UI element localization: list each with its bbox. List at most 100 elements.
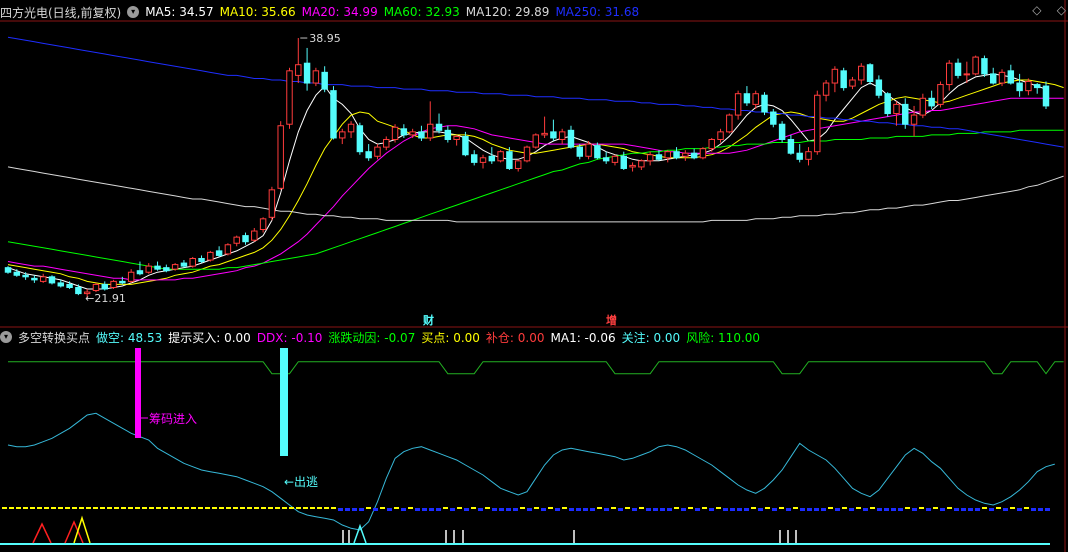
band-dot [793,507,798,509]
band-dot [555,508,560,511]
candle-body [928,97,935,107]
candle-body [523,146,531,162]
candle-body [119,280,126,284]
band-dot [275,507,280,509]
band-dot [583,508,588,511]
band-dot [429,508,434,511]
band-dot [513,508,518,511]
band-dot [324,507,329,509]
diamond-icon[interactable]: ◇ [1032,3,1041,17]
band-dot [121,507,126,509]
candle-body [101,283,108,290]
sell-signal-bar [280,348,288,456]
band-dot [744,508,749,511]
band-dot [1024,507,1029,509]
indicator-title: 多空转换买点 [18,330,91,345]
candle-body [462,135,469,156]
band-dot [506,508,511,511]
band-dot [317,507,322,509]
band-dot [184,507,189,509]
settings-dropdown-icon[interactable]: ▾ [127,6,140,18]
band-dot [422,508,427,511]
band-dot [562,507,567,509]
band-dot [387,508,392,511]
ma-legend-item-5: MA250: 31.68 [555,5,640,19]
band-dot [436,508,441,511]
band-dot [814,508,819,511]
risk-line [8,361,1064,375]
band-dot [618,508,623,511]
band-dot [604,508,609,511]
candle-body [946,62,953,86]
band-dot [30,507,35,509]
band-dot [961,508,966,511]
band-dot [548,507,553,509]
band-dot [37,507,42,509]
band-dot [1003,508,1008,511]
candle-body [339,131,346,139]
candle-body [1042,85,1050,107]
band-dot [982,507,987,509]
candle-body [365,151,372,159]
band-dot [366,507,371,509]
candle-body [171,264,179,270]
candle-body [233,236,240,244]
candle-body [972,56,979,75]
candle-body [743,93,751,104]
band-dot [240,507,245,509]
band-dot [786,508,791,511]
candle-body [215,250,223,256]
candle-body [383,138,390,148]
band-dot [597,507,602,509]
band-dot [660,508,665,511]
candle-body [444,129,452,140]
candle-body [981,58,988,75]
add-tag[interactable]: 增 [606,312,617,328]
band-dot [261,507,266,509]
band-dot [289,507,294,509]
band-dot [737,508,742,511]
ma-legend-item-2: MA20: 34.99 [301,5,378,19]
candle-body [1016,82,1023,92]
band-dot [233,507,238,509]
price-chart-header: 四方光电(日线,前复权) ▾ MA5: 34.57 MA10: 35.66 MA20… [0,3,651,21]
chart-title: 四方光电(日线,前复权) [0,5,122,20]
indicator-dropdown-icon[interactable]: ▾ [0,331,12,343]
band-dot [58,507,63,509]
band-dot [86,507,91,509]
candle-body [154,265,161,270]
band-dot [394,507,399,509]
candle-body [268,189,276,218]
candle-body [242,235,249,243]
candle-body [347,123,355,133]
candle-body [321,71,328,90]
band-dot [128,507,133,509]
band-dot [730,508,735,511]
candle-body [726,114,733,133]
candle-body [594,145,601,159]
candle-body [576,146,584,157]
band-dot [408,507,413,509]
band-dot [842,507,847,509]
candle-body [805,151,812,160]
band-dot [968,508,973,511]
band-dot [800,508,805,511]
candle-body [356,125,364,153]
band-dot [1031,508,1036,511]
band-dot [632,508,637,511]
candle-body [919,97,927,116]
candle-body [31,277,38,281]
ma-legend-item-1: MA10: 35.66 [219,5,296,19]
buy-signal-label: 筹码进入 [149,412,197,426]
band-dot [723,508,728,511]
ma250-line [7,36,1064,148]
candle-body [48,276,56,284]
band-dot [709,508,714,511]
ma120-line [7,166,1064,223]
band-dot [296,507,301,509]
finance-tag[interactable]: 财 [423,312,434,328]
diamond-icon[interactable]: ◇ [1057,3,1066,17]
candle-body [180,262,188,267]
band-dot [667,508,672,511]
candle-body [902,103,909,125]
